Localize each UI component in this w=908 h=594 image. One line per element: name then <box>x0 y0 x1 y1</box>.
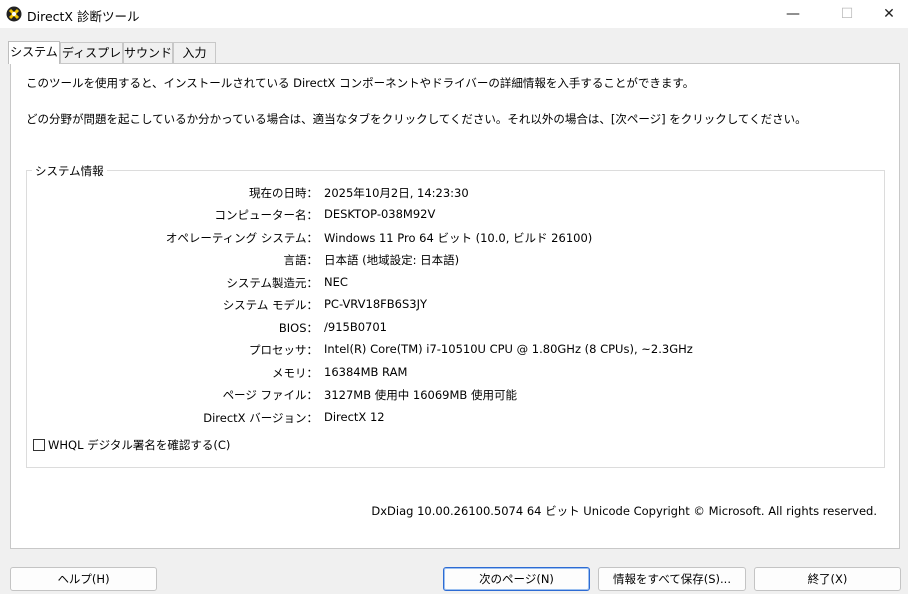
window-title: DirectX 診断ツール <box>27 9 140 24</box>
minimize-button[interactable]: — <box>770 0 816 28</box>
minimize-icon: — <box>786 6 800 22</box>
info-value: 日本語 (地域設定: 日本語) <box>324 253 460 267</box>
info-value: DirectX 12 <box>324 410 385 424</box>
info-row-bios: BIOS： /915B0701 <box>27 320 885 338</box>
info-value: PC-VRV18FB6S3JY <box>324 297 428 311</box>
title-bar: DirectX 診断ツール — ☐ ✕ <box>0 0 908 28</box>
info-label: システム モデル： <box>222 298 318 312</box>
info-row-memory: メモリ： 16384MB RAM <box>27 365 885 383</box>
system-tab-panel: このツールを使用すると、インストールされている DirectX コンポーネントや… <box>10 63 900 549</box>
directx-app-icon <box>6 6 22 22</box>
maximize-button[interactable]: ☐ <box>824 0 870 28</box>
info-value: 16384MB RAM <box>324 365 408 379</box>
info-label: コンピューター名： <box>214 208 319 222</box>
info-row-manufacturer: システム製造元： NEC <box>27 275 885 293</box>
info-value: Intel(R) Core(TM) i7-10510U CPU @ 1.80GH… <box>324 342 693 356</box>
info-label: 現在の日時： <box>249 186 318 200</box>
next-page-button[interactable]: 次のページ(N) <box>443 567 590 591</box>
version-copyright-text: DxDiag 10.00.26100.5074 64 ビット Unicode C… <box>371 504 877 518</box>
info-value: NEC <box>324 275 348 289</box>
maximize-icon: ☐ <box>840 6 854 22</box>
exit-button[interactable]: 終了(X) <box>754 567 901 591</box>
tab-display[interactable]: ディスプレイ <box>60 42 123 80</box>
save-all-info-button[interactable]: 情報をすべて保存(S)... <box>598 567 746 591</box>
help-button[interactable]: ヘルプ(H) <box>10 567 157 591</box>
info-row-processor: プロセッサ： Intel(R) Core(TM) i7-10510U CPU @… <box>27 342 885 360</box>
close-button[interactable]: ✕ <box>866 0 908 28</box>
whql-checkbox-label: WHQL デジタル署名を確認する(C) <box>48 438 231 452</box>
info-label: システム製造元： <box>226 276 318 290</box>
tab-system[interactable]: システム <box>8 41 60 64</box>
info-row-os: オペレーティング システム： Windows 11 Pro 64 ビット (10… <box>27 230 885 248</box>
close-icon: ✕ <box>883 6 895 22</box>
intro-text-line1: このツールを使用すると、インストールされている DirectX コンポーネントや… <box>26 76 695 90</box>
info-label: メモリ： <box>272 366 318 380</box>
info-row-computer-name: コンピューター名： DESKTOP-038M92V <box>27 207 885 225</box>
info-row-page-file: ページ ファイル： 3127MB 使用中 16069MB 使用可能 <box>27 387 885 405</box>
intro-text-line2: どの分野が問題を起こしているか分かっている場合は、適当なタブをクリックしてくださ… <box>26 112 807 126</box>
info-value: Windows 11 Pro 64 ビット (10.0, ビルド 26100) <box>324 231 593 245</box>
info-value: 2025年10月2日, 14:23:30 <box>324 186 469 200</box>
info-row-directx-version: DirectX バージョン： DirectX 12 <box>27 410 885 428</box>
tab-input[interactable]: 入力 <box>173 42 216 63</box>
info-row-datetime: 現在の日時： 2025年10月2日, 14:23:30 <box>27 185 885 203</box>
info-label: オペレーティング システム： <box>165 231 318 245</box>
info-value: /915B0701 <box>324 320 387 334</box>
info-row-language: 言語： 日本語 (地域設定: 日本語) <box>27 252 885 270</box>
info-label: 言語： <box>283 253 319 267</box>
info-label: プロセッサ： <box>249 343 318 357</box>
whql-checkbox[interactable] <box>33 439 45 451</box>
whql-checkbox-row[interactable]: WHQL デジタル署名を確認する(C) <box>33 437 230 453</box>
info-label: ページ ファイル： <box>222 388 318 402</box>
system-info-title: システム情報 <box>32 163 107 179</box>
info-value: 3127MB 使用中 16069MB 使用可能 <box>324 388 517 402</box>
info-label: BIOS： <box>278 321 318 335</box>
info-row-model: システム モデル： PC-VRV18FB6S3JY <box>27 297 885 315</box>
tab-sound[interactable]: サウンド <box>123 42 173 63</box>
system-info-group: システム情報 現在の日時： 2025年10月2日, 14:23:30 コンピュー… <box>26 163 885 468</box>
info-label: DirectX バージョン： <box>203 411 318 425</box>
info-value: DESKTOP-038M92V <box>324 207 436 221</box>
